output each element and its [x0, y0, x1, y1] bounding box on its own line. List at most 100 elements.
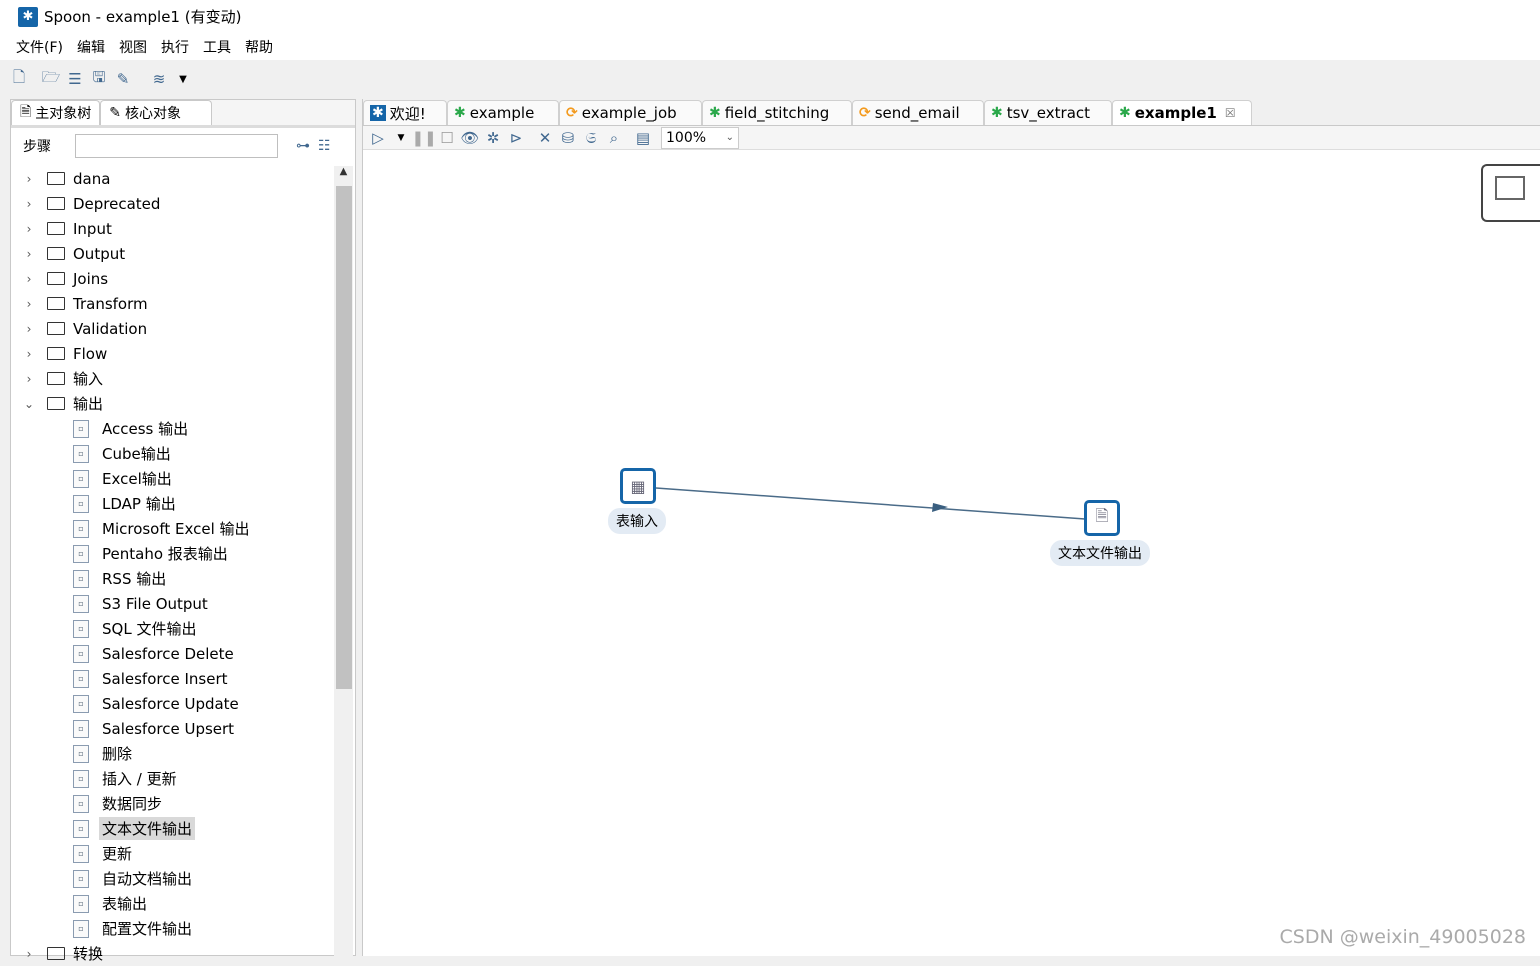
step-text-file-output[interactable]: 🗎 [1084, 500, 1120, 536]
tree-step-item[interactable]: ▫ Salesforce Update [11, 691, 333, 716]
tab-core-objects[interactable]: ✎ 核心对象 [100, 100, 212, 125]
step-type-icon: ▫ [73, 769, 89, 788]
explore-repository-icon[interactable]: ☰ [66, 70, 84, 88]
tab-example-job[interactable]: ⟳ example_job [559, 100, 702, 125]
sql-icon[interactable]: 𝔖 [582, 129, 600, 147]
menu-tools[interactable]: 工具 [203, 37, 231, 57]
chevron-right-icon[interactable]: › [21, 222, 37, 236]
tree-folder[interactable]: › Input [11, 216, 333, 241]
tree-step-label: SQL 文件输出 [102, 620, 197, 638]
folder-icon [47, 172, 65, 185]
layers-icon[interactable]: ≋ [150, 70, 168, 88]
collapse-all-icon[interactable]: ⊶ [296, 138, 310, 154]
tree-folder[interactable]: › Flow [11, 341, 333, 366]
tab-example1[interactable]: ✱ example1 ☒ [1112, 100, 1252, 125]
step-type-icon: ▫ [73, 544, 89, 563]
chevron-right-icon[interactable]: › [21, 372, 37, 386]
tree-step-item[interactable]: ▫ S3 File Output [11, 591, 333, 616]
hop-connector[interactable] [363, 150, 1540, 956]
tab-field-stitching[interactable]: ✱ field_stitching [702, 100, 852, 125]
chevron-right-icon[interactable]: › [21, 247, 37, 261]
tree-step-item[interactable]: ▫ 更新 [11, 841, 333, 866]
tab-main-object-tree[interactable]: 🗎 主对象树 [11, 100, 101, 125]
transformation-canvas[interactable]: ▦ 表输入 🗎 文本文件输出 [363, 150, 1540, 956]
tree-folder[interactable]: › 输入 [11, 366, 333, 391]
tree-folder[interactable]: › 转换 [11, 941, 333, 966]
run-icon[interactable]: ▷ [369, 129, 387, 147]
step-label: 表输入 [608, 508, 666, 534]
tree-folder[interactable]: › Deprecated [11, 191, 333, 216]
chevron-right-icon[interactable]: › [21, 272, 37, 286]
tree-step-item[interactable]: ▫ Microsoft Excel 输出 [11, 516, 333, 541]
pause-icon[interactable]: ❚❚ [411, 129, 436, 147]
zoom-select[interactable]: 100% ⌄ [661, 126, 739, 149]
tree-step-item[interactable]: ▫ Cube输出 [11, 441, 333, 466]
canvas-overview-widget[interactable] [1481, 164, 1540, 222]
tree-folder[interactable]: › Transform [11, 291, 333, 316]
replay-icon[interactable]: ⊳ [507, 129, 525, 147]
tree-step-label: 配置文件输出 [102, 920, 193, 938]
text-file-icon: 🗎 [1095, 505, 1109, 525]
tree-folder[interactable]: › Joins [11, 266, 333, 291]
steps-search-input[interactable] [75, 134, 278, 158]
preview-icon[interactable]: 👁 [460, 129, 479, 147]
menu-file[interactable]: 文件(F) [16, 37, 63, 57]
run-dropdown-icon[interactable]: ▼ [392, 129, 410, 147]
tree-step-item[interactable]: ▫ RSS 输出 [11, 566, 333, 591]
save-as-icon[interactable]: ✎ [114, 70, 132, 88]
open-file-icon[interactable]: 🗁 [42, 68, 61, 88]
step-table-input[interactable]: ▦ [620, 468, 656, 504]
tree-step-item[interactable]: ▫ 插入 / 更新 [11, 766, 333, 791]
tree-step-item[interactable]: ▫ 表输出 [11, 891, 333, 916]
scrollbar-thumb[interactable] [336, 186, 352, 689]
new-file-icon[interactable]: 🗋 [10, 68, 28, 88]
stop-icon[interactable]: ☐ [438, 129, 456, 147]
verify-icon[interactable]: ✕ [536, 129, 554, 147]
close-icon[interactable]: ☒ [1225, 106, 1236, 120]
tree-step-item[interactable]: ▫ 文本文件输出 [11, 816, 333, 841]
tree-step-item[interactable]: ▫ LDAP 输出 [11, 491, 333, 516]
tree-step-item[interactable]: ▫ Salesforce Delete [11, 641, 333, 666]
tree-folder[interactable]: ⌄ 输出 [11, 391, 333, 416]
tree-step-item[interactable]: ▫ Salesforce Insert [11, 666, 333, 691]
impact-icon[interactable]: ⛁ [559, 129, 577, 147]
chevron-right-icon[interactable]: › [21, 297, 37, 311]
tree-step-item[interactable]: ▫ Salesforce Upsert [11, 716, 333, 741]
folder-icon [47, 297, 65, 310]
tree-step-item[interactable]: ▫ Excel输出 [11, 466, 333, 491]
explore-db-icon[interactable]: ⌕ [605, 129, 623, 147]
tree-step-item[interactable]: ▫ Access 输出 [11, 416, 333, 441]
debug-icon[interactable]: ✲ [484, 129, 502, 147]
save-icon[interactable]: 🖫 [90, 68, 108, 88]
menu-edit[interactable]: 编辑 [77, 37, 105, 57]
tree-folder[interactable]: › Output [11, 241, 333, 266]
chevron-down-icon[interactable]: ▼ [174, 70, 192, 88]
menu-help[interactable]: 帮助 [245, 37, 273, 57]
folder-icon [47, 247, 65, 260]
tree-step-item[interactable]: ▫ 配置文件输出 [11, 916, 333, 941]
chevron-right-icon[interactable]: › [21, 947, 37, 961]
tab-tsv-extract[interactable]: ✱ tsv_extract [984, 100, 1112, 125]
menu-view[interactable]: 视图 [119, 37, 147, 57]
tree-step-item[interactable]: ▫ 删除 [11, 741, 333, 766]
tree-folder[interactable]: › dana [11, 166, 333, 191]
tree-step-item[interactable]: ▫ 数据同步 [11, 791, 333, 816]
chevron-down-icon[interactable]: ⌄ [21, 397, 37, 411]
chevron-right-icon[interactable]: › [21, 347, 37, 361]
step-type-icon: ▫ [73, 419, 89, 438]
tree-step-item[interactable]: ▫ SQL 文件输出 [11, 616, 333, 641]
show-results-icon[interactable]: ▤ [634, 129, 652, 147]
expand-all-icon[interactable]: ☷ [318, 138, 331, 154]
chevron-right-icon[interactable]: › [21, 172, 37, 186]
tab-send-email[interactable]: ⟳ send_email [852, 100, 984, 125]
tree-step-label: Excel输出 [102, 470, 172, 488]
menu-run[interactable]: 执行 [161, 37, 189, 57]
tree-step-item[interactable]: ▫ Pentaho 报表输出 [11, 541, 333, 566]
tree-step-item[interactable]: ▫ 自动文档输出 [11, 866, 333, 891]
tab-example[interactable]: ✱ example [447, 100, 559, 125]
chevron-right-icon[interactable]: › [21, 322, 37, 336]
tree-scrollbar[interactable]: ▲ [334, 166, 353, 956]
tab-welcome[interactable]: ✱ 欢迎! [363, 100, 447, 125]
tree-folder[interactable]: › Validation [11, 316, 333, 341]
chevron-right-icon[interactable]: › [21, 197, 37, 211]
